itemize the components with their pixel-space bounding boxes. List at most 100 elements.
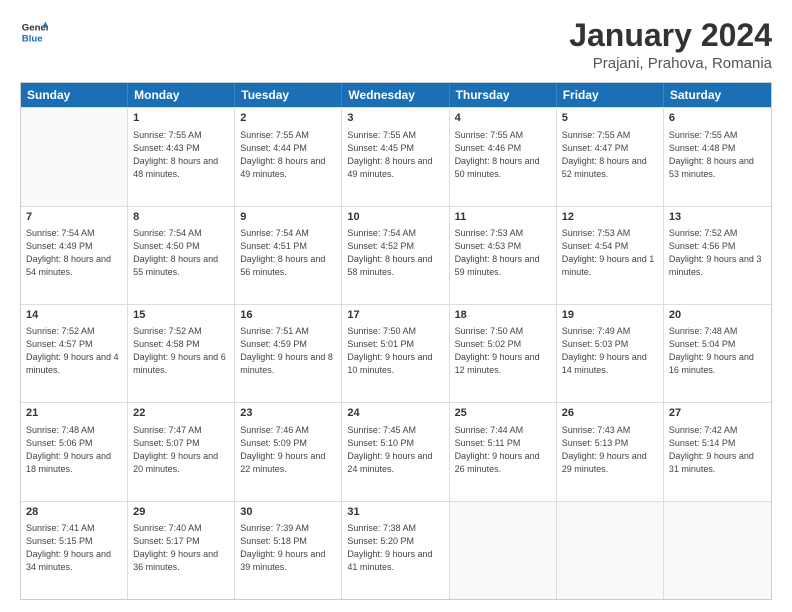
svg-text:Blue: Blue xyxy=(22,34,43,45)
cell-details: Sunrise: 7:46 AMSunset: 5:09 PMDaylight:… xyxy=(240,424,336,476)
logo: General Blue xyxy=(20,18,48,46)
logo-icon: General Blue xyxy=(20,18,48,46)
calendar-cell: 31Sunrise: 7:38 AMSunset: 5:20 PMDayligh… xyxy=(342,502,449,599)
cell-details: Sunrise: 7:40 AMSunset: 5:17 PMDaylight:… xyxy=(133,522,229,574)
calendar-cell: 28 Sunrise: 7:41 AMSunset: 5:15 PMDayligh… xyxy=(21,502,128,599)
day-number: 9 xyxy=(240,210,336,225)
day-number: 16 xyxy=(240,308,336,323)
calendar-cell: 7 Sunrise: 7:54 AMSunset: 4:49 PMDaylight… xyxy=(21,207,128,304)
day-number: 17 xyxy=(347,308,443,323)
title-block: January 2024 Prajani, Prahova, Romania xyxy=(569,18,772,72)
calendar-cell xyxy=(557,502,664,599)
cell-details: Sunrise: 7:53 AMSunset: 4:54 PMDaylight:… xyxy=(562,227,658,279)
cell-details: Sunrise: 7:51 AMSunset: 4:59 PMDaylight:… xyxy=(240,325,336,377)
day-of-week-header: Tuesday xyxy=(235,83,342,107)
day-number: 2 xyxy=(240,111,336,126)
calendar-cell: 20Sunrise: 7:48 AMSunset: 5:04 PMDayligh… xyxy=(664,305,771,402)
day-number: 24 xyxy=(347,406,443,421)
day-of-week-header: Saturday xyxy=(664,83,771,107)
svg-text:General: General xyxy=(22,22,48,33)
cell-details: Sunrise: 7:41 AMSunset: 5:15 PMDaylight:… xyxy=(26,522,122,574)
day-number: 11 xyxy=(455,210,551,225)
day-number: 15 xyxy=(133,308,229,323)
day-number: 10 xyxy=(347,210,443,225)
day-number: 27 xyxy=(669,406,766,421)
day-number: 5 xyxy=(562,111,658,126)
calendar-cell: 27 Sunrise: 7:42 AMSunset: 5:14 PMDayligh… xyxy=(664,403,771,500)
calendar-cell: 29Sunrise: 7:40 AMSunset: 5:17 PMDayligh… xyxy=(128,502,235,599)
day-number: 25 xyxy=(455,406,551,421)
cell-details: Sunrise: 7:42 AMSunset: 5:14 PMDaylight:… xyxy=(669,424,766,476)
day-number: 3 xyxy=(347,111,443,126)
calendar-header: SundayMondayTuesdayWednesdayThursdayFrid… xyxy=(21,83,771,107)
day-number: 19 xyxy=(562,308,658,323)
calendar-cell: 13Sunrise: 7:52 AMSunset: 4:56 PMDayligh… xyxy=(664,207,771,304)
cell-details: Sunrise: 7:53 AMSunset: 4:53 PMDaylight:… xyxy=(455,227,551,279)
calendar-cell: 3 Sunrise: 7:55 AMSunset: 4:45 PMDaylight… xyxy=(342,108,449,205)
day-number: 1 xyxy=(133,111,229,126)
calendar-cell xyxy=(21,108,128,205)
calendar-cell: 12 Sunrise: 7:53 AMSunset: 4:54 PMDayligh… xyxy=(557,207,664,304)
subtitle: Prajani, Prahova, Romania xyxy=(569,55,772,72)
calendar-body: 1 Sunrise: 7:55 AMSunset: 4:43 PMDaylight… xyxy=(21,107,771,599)
day-number: 7 xyxy=(26,210,122,225)
cell-details: Sunrise: 7:50 AMSunset: 5:01 PMDaylight:… xyxy=(347,325,443,377)
calendar-cell: 21 Sunrise: 7:48 AMSunset: 5:06 PMDayligh… xyxy=(21,403,128,500)
calendar-week-row: 14 Sunrise: 7:52 AMSunset: 4:57 PMDayligh… xyxy=(21,304,771,402)
day-number: 8 xyxy=(133,210,229,225)
cell-details: Sunrise: 7:55 AMSunset: 4:43 PMDaylight:… xyxy=(133,129,229,181)
calendar-cell: 26 Sunrise: 7:43 AMSunset: 5:13 PMDayligh… xyxy=(557,403,664,500)
day-number: 20 xyxy=(669,308,766,323)
calendar-cell: 24 Sunrise: 7:45 AMSunset: 5:10 PMDayligh… xyxy=(342,403,449,500)
cell-details: Sunrise: 7:54 AMSunset: 4:52 PMDaylight:… xyxy=(347,227,443,279)
cell-details: Sunrise: 7:45 AMSunset: 5:10 PMDaylight:… xyxy=(347,424,443,476)
cell-details: Sunrise: 7:44 AMSunset: 5:11 PMDaylight:… xyxy=(455,424,551,476)
day-number: 30 xyxy=(240,505,336,520)
calendar-cell: 11 Sunrise: 7:53 AMSunset: 4:53 PMDayligh… xyxy=(450,207,557,304)
page: General Blue January 2024 Prajani, Praho… xyxy=(0,0,792,612)
calendar-cell: 23 Sunrise: 7:46 AMSunset: 5:09 PMDayligh… xyxy=(235,403,342,500)
cell-details: Sunrise: 7:55 AMSunset: 4:48 PMDaylight:… xyxy=(669,129,766,181)
day-of-week-header: Thursday xyxy=(450,83,557,107)
cell-details: Sunrise: 7:48 AMSunset: 5:06 PMDaylight:… xyxy=(26,424,122,476)
day-number: 28 xyxy=(26,505,122,520)
calendar-cell: 30 Sunrise: 7:39 AMSunset: 5:18 PMDayligh… xyxy=(235,502,342,599)
cell-details: Sunrise: 7:55 AMSunset: 4:45 PMDaylight:… xyxy=(347,129,443,181)
calendar-cell: 2Sunrise: 7:55 AMSunset: 4:44 PMDaylight… xyxy=(235,108,342,205)
day-number: 12 xyxy=(562,210,658,225)
day-number: 14 xyxy=(26,308,122,323)
day-number: 26 xyxy=(562,406,658,421)
calendar-cell: 5 Sunrise: 7:55 AMSunset: 4:47 PMDaylight… xyxy=(557,108,664,205)
day-number: 21 xyxy=(26,406,122,421)
calendar-cell: 6 Sunrise: 7:55 AMSunset: 4:48 PMDaylight… xyxy=(664,108,771,205)
cell-details: Sunrise: 7:54 AMSunset: 4:51 PMDaylight:… xyxy=(240,227,336,279)
calendar-cell: 16 Sunrise: 7:51 AMSunset: 4:59 PMDayligh… xyxy=(235,305,342,402)
cell-details: Sunrise: 7:54 AMSunset: 4:49 PMDaylight:… xyxy=(26,227,122,279)
cell-details: Sunrise: 7:52 AMSunset: 4:57 PMDaylight:… xyxy=(26,325,122,377)
day-of-week-header: Friday xyxy=(557,83,664,107)
calendar-week-row: 7 Sunrise: 7:54 AMSunset: 4:49 PMDaylight… xyxy=(21,206,771,304)
cell-details: Sunrise: 7:49 AMSunset: 5:03 PMDaylight:… xyxy=(562,325,658,377)
calendar-cell: 9 Sunrise: 7:54 AMSunset: 4:51 PMDaylight… xyxy=(235,207,342,304)
calendar-cell: 22Sunrise: 7:47 AMSunset: 5:07 PMDayligh… xyxy=(128,403,235,500)
cell-details: Sunrise: 7:38 AMSunset: 5:20 PMDaylight:… xyxy=(347,522,443,574)
day-number: 23 xyxy=(240,406,336,421)
calendar-cell: 10 Sunrise: 7:54 AMSunset: 4:52 PMDayligh… xyxy=(342,207,449,304)
calendar-cell: 15 Sunrise: 7:52 AMSunset: 4:58 PMDayligh… xyxy=(128,305,235,402)
cell-details: Sunrise: 7:52 AMSunset: 4:56 PMDaylight:… xyxy=(669,227,766,279)
calendar-cell: 14 Sunrise: 7:52 AMSunset: 4:57 PMDayligh… xyxy=(21,305,128,402)
day-number: 6 xyxy=(669,111,766,126)
day-of-week-header: Wednesday xyxy=(342,83,449,107)
calendar-cell: 8 Sunrise: 7:54 AMSunset: 4:50 PMDaylight… xyxy=(128,207,235,304)
cell-details: Sunrise: 7:54 AMSunset: 4:50 PMDaylight:… xyxy=(133,227,229,279)
calendar-cell: 1 Sunrise: 7:55 AMSunset: 4:43 PMDaylight… xyxy=(128,108,235,205)
cell-details: Sunrise: 7:39 AMSunset: 5:18 PMDaylight:… xyxy=(240,522,336,574)
cell-details: Sunrise: 7:50 AMSunset: 5:02 PMDaylight:… xyxy=(455,325,551,377)
calendar: SundayMondayTuesdayWednesdayThursdayFrid… xyxy=(20,82,772,600)
cell-details: Sunrise: 7:43 AMSunset: 5:13 PMDaylight:… xyxy=(562,424,658,476)
day-number: 4 xyxy=(455,111,551,126)
day-number: 18 xyxy=(455,308,551,323)
cell-details: Sunrise: 7:55 AMSunset: 4:47 PMDaylight:… xyxy=(562,129,658,181)
day-of-week-header: Monday xyxy=(128,83,235,107)
cell-details: Sunrise: 7:52 AMSunset: 4:58 PMDaylight:… xyxy=(133,325,229,377)
